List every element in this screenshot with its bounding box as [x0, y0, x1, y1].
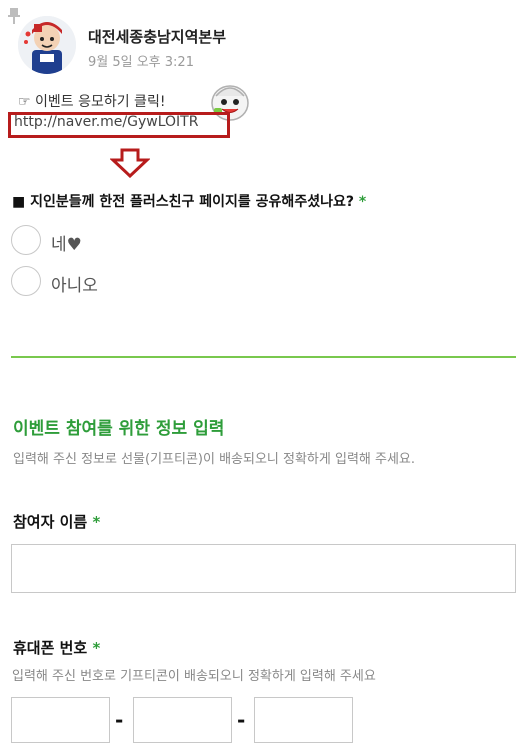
option-yes-label: 네♥ — [51, 235, 82, 255]
phone-description: 입력해 주신 번호로 기프티콘이 배송되오니 정확하게 입력해 주세요 — [12, 669, 376, 684]
section-divider — [11, 356, 516, 358]
author-avatar[interactable] — [18, 16, 76, 74]
radio-button-yes[interactable] — [11, 225, 41, 255]
option-yes[interactable]: 네♥ — [11, 225, 171, 257]
section-description: 입력해 주신 정보로 선물(기프티콘)이 배송되오니 정확하게 입력해 주세요. — [13, 452, 416, 467]
phone-input-part2[interactable] — [133, 697, 232, 743]
author-name[interactable]: 대전세종충남지역본부 — [88, 26, 226, 47]
section-title: 이벤트 참여를 위한 정보 입력 — [13, 419, 225, 439]
phone-separator: - — [237, 708, 246, 732]
required-marker: * — [92, 513, 101, 531]
survey-question: ■ 지인분들께 한전 플러스친구 페이지를 공유해주셨나요? * — [12, 191, 366, 211]
promo-text: ☞ 이벤트 응모하기 클릭! — [18, 94, 166, 110]
post-timestamp: 9월 5일 오후 3:21 — [88, 55, 194, 70]
option-no[interactable]: 아니오 — [11, 266, 171, 298]
phone-input-part3[interactable] — [254, 697, 353, 743]
required-marker: * — [358, 194, 367, 210]
name-label-text: 참여자 이름 — [13, 513, 88, 531]
phone-separator: - — [115, 708, 124, 732]
down-arrow-icon — [109, 148, 151, 179]
radio-button-no[interactable] — [11, 266, 41, 296]
event-link[interactable]: http://naver.me/GywLOITR — [14, 114, 198, 130]
phone-input-part1[interactable] — [11, 697, 110, 743]
required-marker: * — [92, 639, 101, 657]
option-no-label: 아니오 — [51, 276, 98, 296]
phone-label-text: 휴대폰 번호 — [13, 639, 88, 657]
survey-question-text: ■ 지인분들께 한전 플러스친구 페이지를 공유해주셨나요? — [12, 194, 354, 210]
name-input[interactable] — [11, 544, 516, 593]
pin-icon — [8, 8, 20, 24]
name-field-label: 참여자 이름 * — [13, 511, 100, 532]
phone-field-label: 휴대폰 번호 * — [13, 637, 100, 658]
